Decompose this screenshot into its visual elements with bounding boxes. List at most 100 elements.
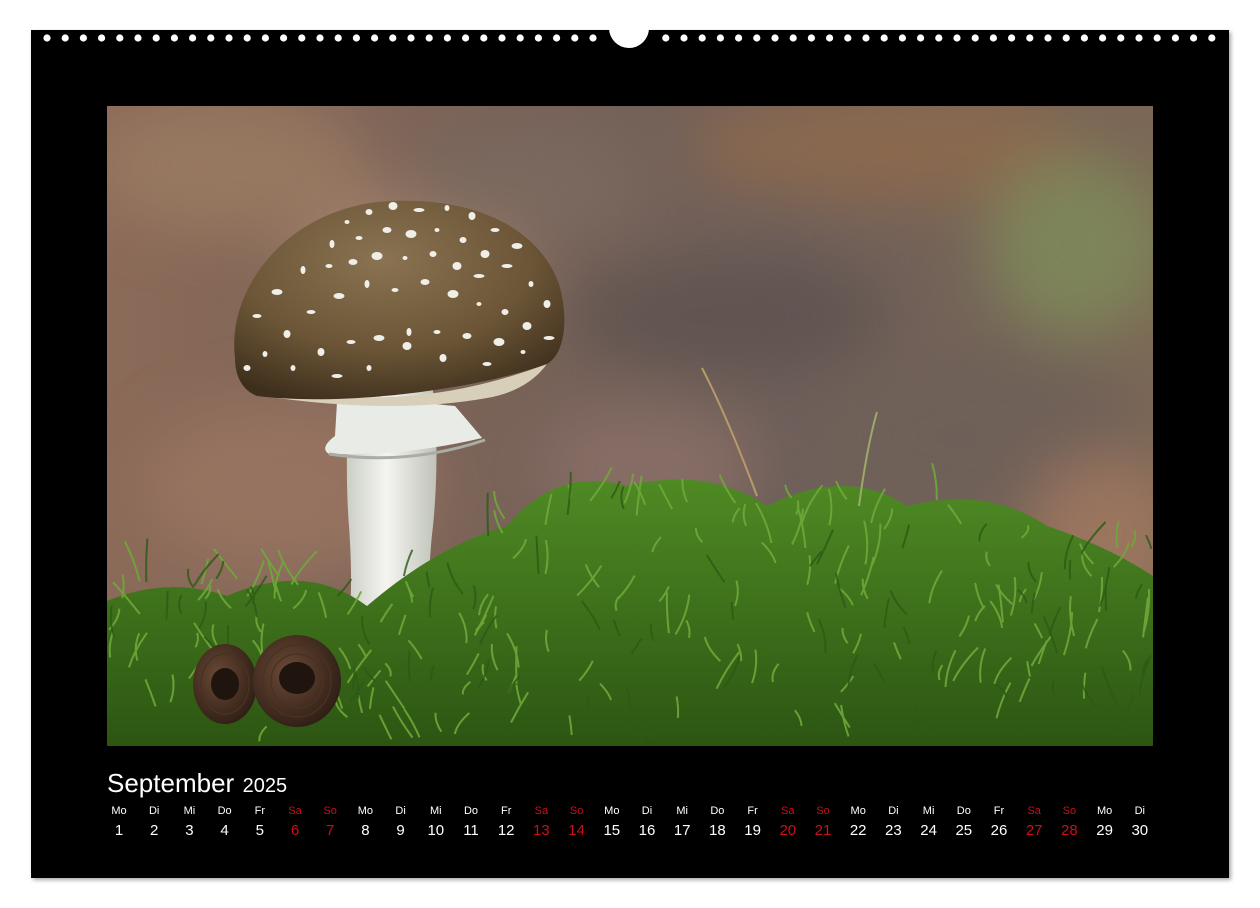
binding-hole	[371, 34, 379, 42]
day-cell: Mo 22	[841, 804, 875, 840]
binding-hole	[407, 34, 415, 42]
weekday-label: So	[816, 805, 830, 817]
day-cell: Fr 26	[982, 804, 1016, 840]
cap-spot	[511, 243, 523, 249]
cap-spot	[501, 264, 513, 268]
day-number: 14	[568, 822, 585, 839]
binding-hole	[789, 34, 797, 42]
cap-spot	[447, 290, 459, 298]
cap-spot	[543, 336, 555, 340]
binding-hole	[807, 34, 816, 42]
binding-hole	[334, 34, 342, 42]
cap-spot	[405, 230, 417, 238]
binding-hole	[735, 34, 743, 42]
cap-spot	[371, 252, 383, 260]
cap-spot	[434, 228, 440, 232]
cap-spot	[522, 322, 532, 330]
day-number: 11	[463, 822, 479, 839]
binding-hole	[680, 34, 688, 42]
binding-hole	[553, 34, 561, 42]
day-number: 16	[638, 822, 656, 839]
day-number: 28	[1061, 822, 1078, 839]
binding-hole	[261, 34, 269, 42]
cap-spot	[271, 289, 283, 295]
day-cell: Sa 13	[524, 804, 558, 840]
day-cell: Sa 20	[771, 804, 805, 840]
weekday-label: Do	[710, 805, 725, 817]
weekday-label: Sa	[781, 805, 795, 817]
binding-hole	[1062, 34, 1070, 42]
weekday-label: Do	[463, 805, 479, 817]
binding-hole	[79, 34, 87, 42]
day-cell: Mi 10	[419, 804, 453, 840]
binding-hole	[1153, 34, 1161, 42]
day-cell: Mi 3	[172, 804, 206, 840]
weekday-label: Fr	[993, 805, 1005, 817]
cap-spot	[520, 350, 526, 354]
day-cell: Di 23	[876, 804, 910, 840]
weekday-label: Sa	[534, 805, 549, 817]
binding-hole	[953, 34, 961, 42]
day-cell: Di 9	[384, 804, 418, 840]
binding-hole	[43, 34, 51, 42]
cap-spot	[459, 237, 467, 243]
day-number: 22	[849, 822, 867, 839]
binding-hole	[1135, 34, 1143, 42]
binding-hole	[971, 34, 979, 42]
cap-spot	[482, 362, 492, 366]
cap-spot	[476, 302, 482, 306]
weekday-label: Do	[217, 805, 232, 817]
binding-hole	[698, 34, 706, 42]
day-number: 1	[114, 822, 124, 839]
day-cell: Sa 6	[278, 804, 312, 840]
day-cell: Fr 19	[736, 804, 770, 840]
binding-hole	[880, 34, 888, 42]
moss-strand	[1068, 559, 1072, 580]
binding-hole	[1190, 34, 1198, 42]
binding-hole	[134, 34, 142, 42]
day-cell: Sa 27	[1017, 804, 1051, 840]
day-number: 8	[361, 822, 370, 839]
binding-hole	[98, 34, 106, 42]
cap-spot	[333, 293, 345, 299]
day-cell: Do 11	[454, 804, 488, 840]
cap-spot	[413, 208, 425, 212]
cap-spot	[344, 220, 350, 224]
day-cell: Do 18	[700, 804, 734, 840]
binding-hole	[61, 34, 69, 42]
day-number: 17	[673, 822, 691, 839]
cap-spot	[444, 205, 450, 211]
moss-strand	[486, 492, 490, 537]
cap-spot	[452, 262, 462, 270]
binding-hole	[1117, 34, 1125, 42]
cap-spot	[473, 274, 485, 278]
binding-hole	[152, 34, 160, 42]
day-cell: Fr 5	[243, 804, 277, 840]
day-number: 24	[920, 822, 937, 839]
day-number: 23	[885, 822, 902, 839]
binding-hole	[425, 34, 433, 42]
binding-hole	[589, 34, 597, 42]
weekday-label: Di	[641, 805, 653, 817]
cap-spot	[329, 240, 335, 248]
weekday-label: So	[569, 805, 584, 817]
day-cell: Mo 29	[1088, 804, 1122, 840]
weekday-label: Mo	[357, 805, 374, 817]
cap-spot	[433, 330, 441, 334]
cap-spot	[300, 266, 306, 274]
binding-hole	[935, 34, 943, 42]
binding-hole	[571, 34, 579, 42]
cap-spot	[382, 227, 392, 233]
weekday-label: Fr	[747, 805, 758, 817]
cap-spot	[252, 314, 262, 318]
cap-spot	[348, 259, 358, 265]
binding-hole	[480, 34, 488, 42]
binding-hole	[716, 34, 725, 42]
day-number: 5	[255, 822, 264, 839]
binding-hole	[989, 34, 998, 42]
cap-spot	[283, 330, 291, 338]
day-cell: Di 2	[137, 804, 171, 840]
binding-hole	[753, 34, 761, 42]
cap-spot	[364, 280, 370, 288]
binding-hole	[917, 34, 925, 42]
